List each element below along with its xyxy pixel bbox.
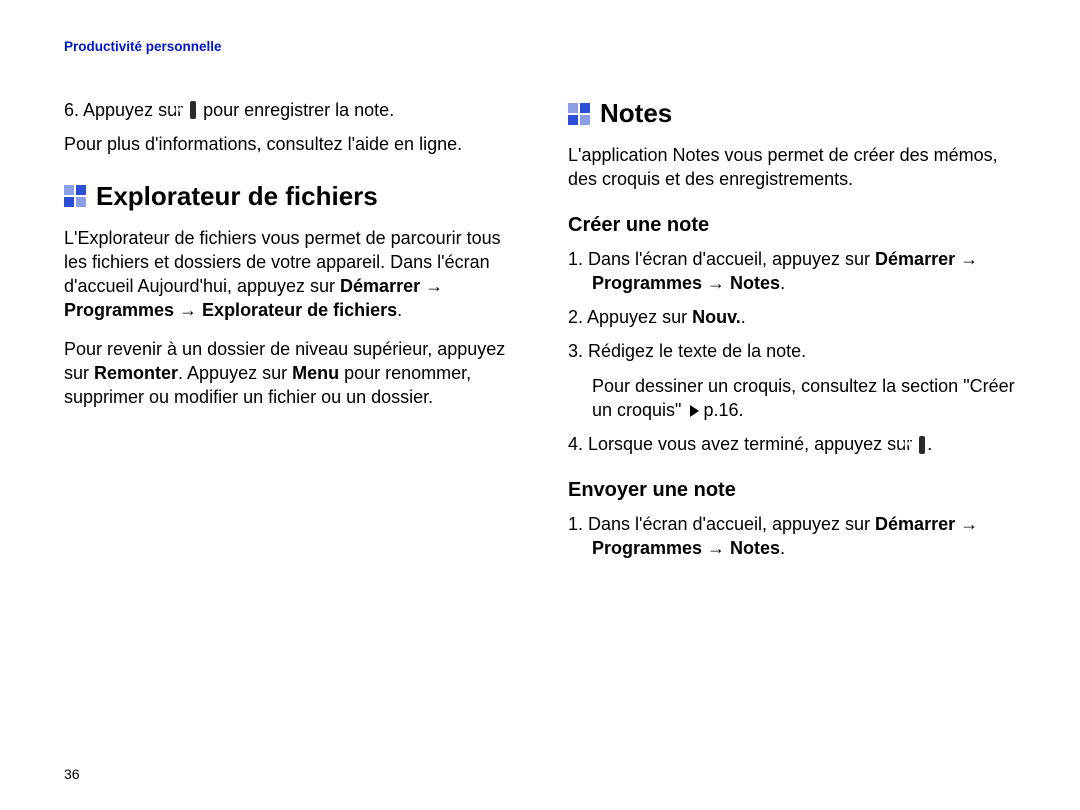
explorer-para-2: Pour revenir à un dossier de niveau supé… <box>64 337 512 410</box>
nouv-label: Nouv. <box>692 307 741 327</box>
notes-intro: L'application Notes vous permet de créer… <box>568 143 1016 192</box>
create-step-3b: Pour dessiner un croquis, consultez la s… <box>568 374 1016 423</box>
create-step-2: 2. Appuyez sur Nouv.. <box>568 305 1016 329</box>
left-column: 6. Appuyez sur ok pour enregistrer la no… <box>64 98 512 570</box>
c1-a: 1. Dans l'écran d'accueil, appuyez sur <box>568 249 875 269</box>
create-step-4: 4. Lorsque vous avez terminé, appuyez su… <box>568 432 1016 456</box>
heading-notes-text: Notes <box>600 98 672 129</box>
more-info-text: Pour plus d'informations, consultez l'ai… <box>64 132 512 156</box>
breadcrumb[interactable]: Productivité personnelle <box>64 39 222 54</box>
heading-explorer-text: Explorateur de fichiers <box>96 181 378 212</box>
ok-icon: ok <box>190 101 196 119</box>
create-step-3: 3. Rédigez le texte de la note. <box>568 339 1016 363</box>
step6-text-b: pour enregistrer la note. <box>198 100 394 120</box>
squares-icon <box>568 103 590 125</box>
create-step-1: 1. Dans l'écran d'accueil, appuyez sur D… <box>568 247 1016 296</box>
send-step-1: 1. Dans l'écran d'accueil, appuyez sur D… <box>568 512 1016 561</box>
c3b-a: Pour dessiner un croquis, consultez la s… <box>592 376 1015 420</box>
triangle-icon <box>690 405 699 417</box>
c2-a: 2. Appuyez sur <box>568 307 692 327</box>
ok-icon: ok <box>919 436 925 454</box>
right-column: Notes L'application Notes vous permet de… <box>568 98 1016 570</box>
subheading-create-note: Créer une note <box>568 214 1016 237</box>
menu-label: Menu <box>292 363 339 383</box>
heading-notes: Notes <box>568 98 1016 129</box>
two-column-layout: 6. Appuyez sur ok pour enregistrer la no… <box>64 98 1016 570</box>
page-ref: p.16. <box>703 400 743 420</box>
subheading-send-note: Envoyer une note <box>568 479 1016 502</box>
explorer-para-1: L'Explorateur de fichiers vous permet de… <box>64 226 512 323</box>
remonter-label: Remonter <box>94 363 178 383</box>
heading-explorer: Explorateur de fichiers <box>64 181 512 212</box>
step-6: 6. Appuyez sur ok pour enregistrer la no… <box>64 98 512 122</box>
c4-a: 4. Lorsque vous avez terminé, appuyez su… <box>568 434 917 454</box>
page-number: 36 <box>64 766 80 782</box>
squares-icon <box>64 185 86 207</box>
s1-a: 1. Dans l'écran d'accueil, appuyez sur <box>568 514 875 534</box>
manual-page: Productivité personnelle 6. Appuyez sur … <box>0 0 1080 810</box>
explorer-p2-c: . Appuyez sur <box>178 363 292 383</box>
